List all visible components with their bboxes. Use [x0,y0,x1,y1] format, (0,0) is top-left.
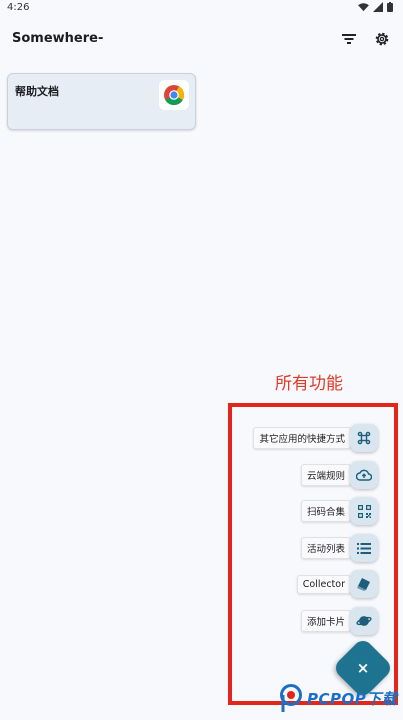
menu-item-cloud-rules[interactable]: 云端规则 [300,464,351,486]
planet-icon[interactable] [350,607,378,635]
menu-item-qr-collection[interactable]: 扫码合集 [300,500,351,522]
watermark-text: PCPOP下载 [307,689,398,708]
app-title: Somewhere- [12,31,104,46]
status-time: 4:26 [7,2,30,13]
pcpop-watermark: PCPOP下载 [278,683,397,713]
menu-label: Collector [296,574,351,594]
cloud-upload-icon[interactable] [350,461,378,489]
app-bar: Somewhere- [0,22,403,56]
eraser-icon[interactable] [350,570,378,598]
menu-item-shortcuts[interactable]: 其它应用的快捷方式 [253,427,351,449]
card-label: 帮助文档 [15,85,59,98]
menu-item-collector[interactable]: Collector [296,574,351,594]
menu-label: 其它应用的快捷方式 [253,427,351,449]
chrome-icon [159,80,189,110]
command-icon[interactable] [350,424,378,452]
menu-label: 云端规则 [300,464,351,486]
qr-code-icon[interactable] [350,497,378,525]
menu-label: 活动列表 [300,537,351,559]
help-doc-card[interactable]: 帮助文档 [7,73,196,130]
battery-icon [387,2,393,12]
status-icons [358,2,393,12]
menu-label: 添加卡片 [300,610,351,632]
menu-item-add-card[interactable]: 添加卡片 [300,610,351,632]
signal-icon [373,2,383,12]
wifi-icon [358,2,369,11]
status-bar: 4:26 [0,0,403,16]
menu-item-activity-list[interactable]: 活动列表 [300,537,351,559]
settings-gear-icon[interactable] [372,29,392,49]
list-icon[interactable] [350,534,378,562]
pcpop-logo-icon [280,684,302,712]
menu-label: 扫码合集 [300,500,351,522]
annotation-label: 所有功能 [275,374,343,394]
filter-icon[interactable] [339,29,359,49]
